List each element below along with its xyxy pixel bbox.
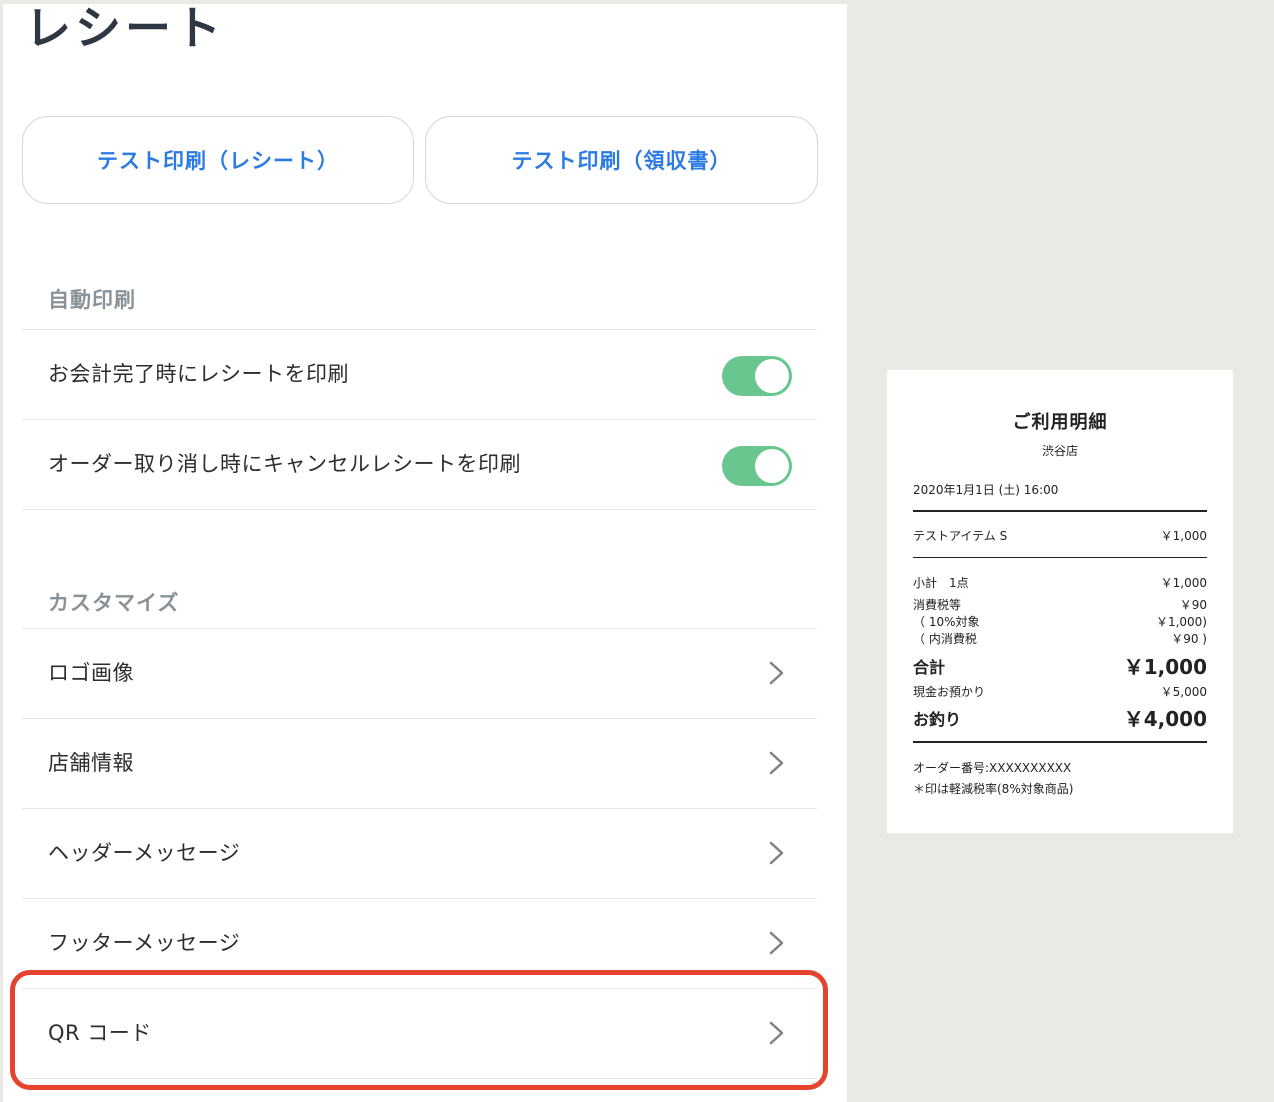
chevron-right-icon <box>769 751 784 775</box>
customize-item-label: ロゴ画像 <box>48 661 134 685</box>
receipt-cash-label: 現金お預かり <box>913 685 986 699</box>
auto-print-cancel-label: オーダー取り消し時にキャンセルレシートを印刷 <box>48 452 521 476</box>
receipt-total: ￥1,000 <box>1123 655 1207 679</box>
test-print-receipt-button[interactable]: テスト印刷（レシート） <box>22 116 414 204</box>
receipt-tax-inner: ￥90 ) <box>1171 632 1207 646</box>
receipt-change: ￥4,000 <box>1123 707 1207 731</box>
receipt-tax-target: ￥1,000) <box>1155 615 1207 629</box>
auto-print-row-checkout: お会計完了時にレシートを印刷 <box>22 329 817 419</box>
settings-panel: レシート テスト印刷（レシート） テスト印刷（領収書） 自動印刷 お会計完了時に… <box>3 4 847 1102</box>
auto-print-checkout-label: お会計完了時にレシートを印刷 <box>48 362 349 386</box>
section-header-customize: カスタマイズ <box>48 591 180 615</box>
receipt-item-price: ￥1,000 <box>1160 529 1207 543</box>
receipt-item-name: テストアイテム S <box>913 529 1008 543</box>
divider <box>22 509 817 510</box>
qr-code-highlight-box <box>10 970 828 1090</box>
receipt-rule <box>913 510 1207 512</box>
receipt-note: ＊印は軽減税率(8%対象商品) <box>913 782 1074 796</box>
customize-item-label: 店舗情報 <box>48 751 134 775</box>
customize-item-header-message[interactable]: ヘッダーメッセージ <box>22 808 817 898</box>
toggle-knob <box>755 359 789 393</box>
chevron-right-icon <box>769 931 784 955</box>
receipt-tax-inner-label: （ 内消費税 <box>913 632 977 646</box>
customize-item-store-info[interactable]: 店舗情報 <box>22 718 817 808</box>
receipt-preview: ご利用明細 渋谷店 2020年1月1日 (土) 16:00 テストアイテム S … <box>887 370 1233 833</box>
chevron-right-icon <box>769 841 784 865</box>
receipt-datetime: 2020年1月1日 (土) 16:00 <box>913 483 1059 497</box>
chevron-right-icon <box>769 661 784 685</box>
receipt-tax: ￥90 <box>1179 598 1207 612</box>
receipt-change-label: お釣り <box>913 710 962 729</box>
receipt-total-label: 合計 <box>913 658 946 677</box>
auto-print-checkout-toggle[interactable] <box>722 356 792 396</box>
test-print-invoice-button[interactable]: テスト印刷（領収書） <box>425 116 818 204</box>
auto-print-cancel-toggle[interactable] <box>722 446 792 486</box>
receipt-tax-target-label: （ 10%対象 <box>913 615 980 629</box>
receipt-subtotal-label: 小計 1点 <box>913 576 969 590</box>
receipt-order-number: オーダー番号:XXXXXXXXXX <box>913 761 1072 775</box>
receipt-store-name: 渋谷店 <box>1041 444 1078 458</box>
auto-print-row-cancel: オーダー取り消し時にキャンセルレシートを印刷 <box>22 419 817 509</box>
customize-item-logo[interactable]: ロゴ画像 <box>22 628 817 718</box>
receipt-rule <box>913 741 1207 743</box>
receipt-tax-label: 消費税等 <box>913 598 962 612</box>
section-header-auto-print: 自動印刷 <box>48 288 136 312</box>
toggle-knob <box>755 449 789 483</box>
receipt-rule <box>913 557 1207 558</box>
receipt-subtotal: ￥1,000 <box>1160 576 1207 590</box>
receipt-title: ご利用明細 <box>1012 412 1108 433</box>
customize-item-label: ヘッダーメッセージ <box>48 841 241 865</box>
receipt-cash: ￥5,000 <box>1160 685 1207 699</box>
page-title: レシート <box>25 4 225 55</box>
